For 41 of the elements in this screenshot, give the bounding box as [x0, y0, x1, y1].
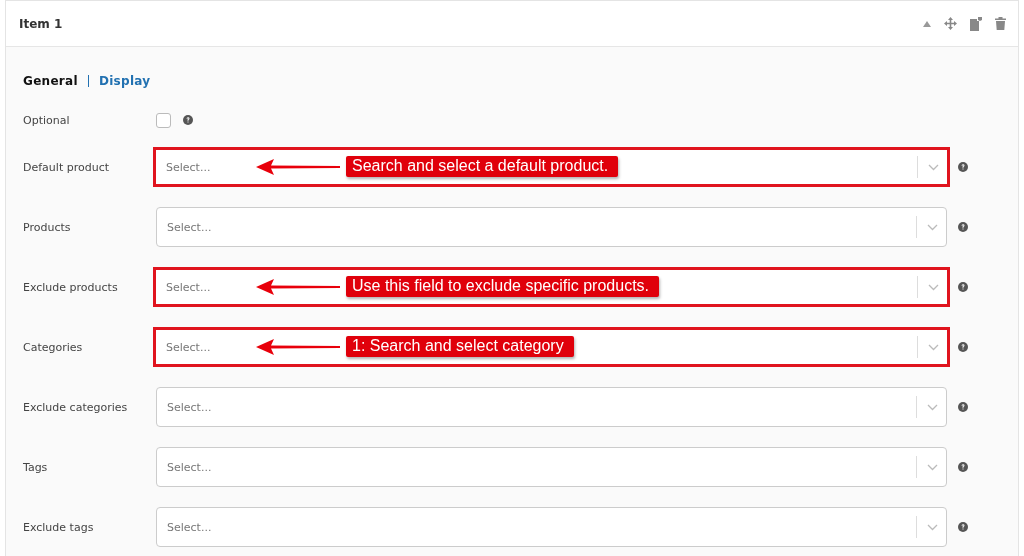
chevron-down-icon	[928, 343, 939, 351]
field-label: Categories	[23, 340, 84, 354]
field-label: Tags	[23, 460, 49, 474]
select-field[interactable]: Select...	[156, 387, 947, 427]
arrow-icon	[256, 338, 340, 355]
annotation-label: Search and select a default product.	[346, 156, 619, 177]
annotation-label: Use this field to exclude specific products.	[346, 276, 660, 297]
select-field[interactable]: Select...	[156, 447, 947, 487]
tab[interactable]: General	[23, 74, 78, 88]
field-label: Optional	[23, 113, 71, 127]
annotation-label: 1: Search and select category	[346, 336, 574, 357]
help-icon[interactable]	[958, 462, 968, 472]
chevron-down-icon	[927, 403, 938, 411]
checkbox[interactable]	[156, 112, 171, 128]
help-icon[interactable]	[958, 282, 968, 292]
tab[interactable]: Display	[98, 74, 151, 88]
field-label: Exclude tags	[23, 520, 95, 534]
chevron-down-icon	[927, 463, 938, 471]
chevron-down-icon	[927, 223, 938, 231]
chevron-down-icon	[928, 283, 939, 291]
arrow-icon	[256, 278, 340, 295]
select-field[interactable]: Select...	[156, 507, 947, 547]
field-label: Default product	[23, 160, 110, 174]
select-field[interactable]: Select...	[156, 207, 947, 247]
duplicate-icon[interactable]	[970, 16, 982, 31]
chevron-down-icon	[927, 523, 938, 531]
help-icon[interactable]	[958, 522, 968, 532]
panel-title: Item 1	[19, 16, 63, 31]
field-label: Products	[23, 220, 72, 234]
help-icon[interactable]	[958, 222, 968, 232]
trash-icon[interactable]	[995, 17, 1006, 30]
arrow-icon	[256, 158, 340, 175]
help-icon[interactable]	[958, 402, 968, 412]
help-icon[interactable]	[958, 162, 968, 172]
help-icon[interactable]	[183, 115, 193, 125]
help-icon[interactable]	[958, 342, 968, 352]
move-icon[interactable]	[944, 17, 957, 30]
field-label: Exclude products	[23, 280, 119, 294]
field-label: Exclude categories	[23, 400, 129, 414]
chevron-down-icon	[928, 163, 939, 171]
collapse-icon[interactable]	[923, 20, 931, 27]
